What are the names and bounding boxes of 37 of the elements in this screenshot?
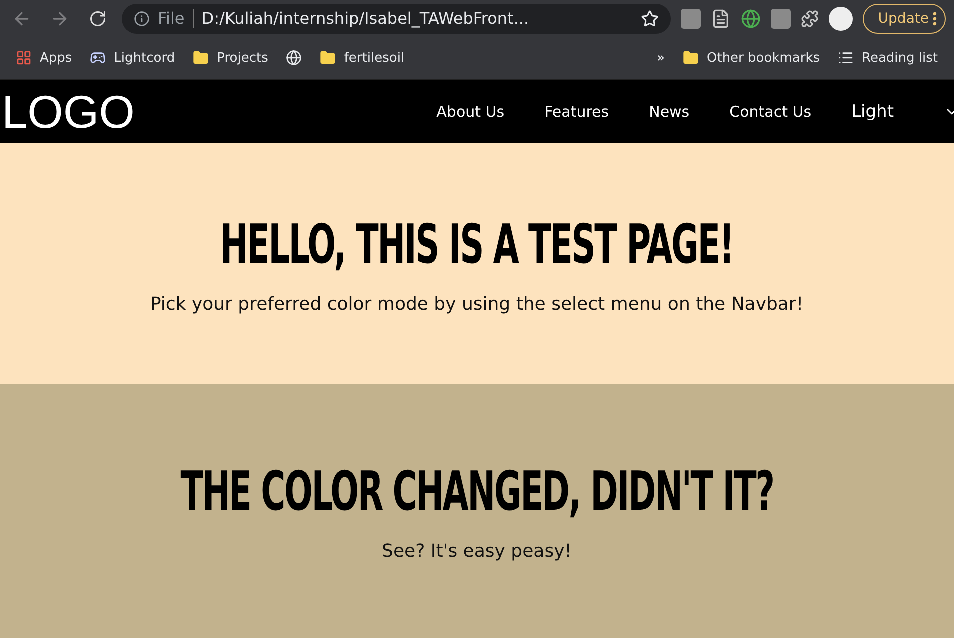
globe-icon: [286, 50, 302, 66]
folder-icon: [193, 50, 210, 66]
heading: HELLO, THIS IS A TEST PAGE!: [220, 212, 734, 276]
puzzle-icon[interactable]: [801, 10, 820, 28]
file-label: File: [158, 9, 194, 28]
more-bookmarks[interactable]: »: [657, 50, 665, 66]
update-button[interactable]: Update: [863, 4, 946, 34]
url-text: D:/Kuliah/internship/Isabel_TAWebFront...: [202, 9, 530, 28]
info-icon: [134, 10, 150, 26]
bookmark[interactable]: fertilesoil: [320, 50, 405, 66]
heading: THE COLOR CHANGED, DIDN'T IT?: [180, 460, 774, 523]
avatar[interactable]: [829, 6, 854, 30]
extension-icon[interactable]: [681, 8, 702, 28]
logo[interactable]: LOGO: [2, 84, 437, 138]
folder-icon: [320, 50, 336, 66]
nav-link[interactable]: Contact Us: [730, 102, 812, 120]
extension-icon[interactable]: [771, 8, 792, 28]
bookmark[interactable]: Other bookmarks: [682, 50, 820, 66]
gamepad-icon: [90, 50, 106, 66]
paragraph: Pick your preferred color mode by using the select menu on the Navbar!: [150, 294, 804, 314]
address-bar[interactable]: File D:/Kuliah/internship/Isabel_TAWebFront...: [122, 4, 672, 34]
bookmark[interactable]: Projects: [193, 50, 268, 66]
kebab-icon: [933, 12, 937, 26]
bookmark[interactable]: Reading list: [838, 50, 938, 66]
nav-link[interactable]: About Us: [436, 102, 505, 120]
bookmark[interactable]: Apps: [16, 50, 72, 66]
document-icon[interactable]: [711, 8, 732, 28]
star-icon[interactable]: [641, 10, 660, 28]
globe-icon[interactable]: [741, 8, 762, 28]
nav-link[interactable]: Features: [544, 102, 610, 120]
mode-select[interactable]: Light: [852, 102, 954, 122]
bookmark[interactable]: Lightcord: [90, 50, 176, 66]
nav-link[interactable]: News: [649, 102, 690, 120]
apps-icon: [16, 50, 32, 66]
folder-icon: [682, 50, 699, 66]
paragraph: See? It's easy peasy!: [382, 541, 572, 562]
list-icon: [838, 50, 854, 66]
